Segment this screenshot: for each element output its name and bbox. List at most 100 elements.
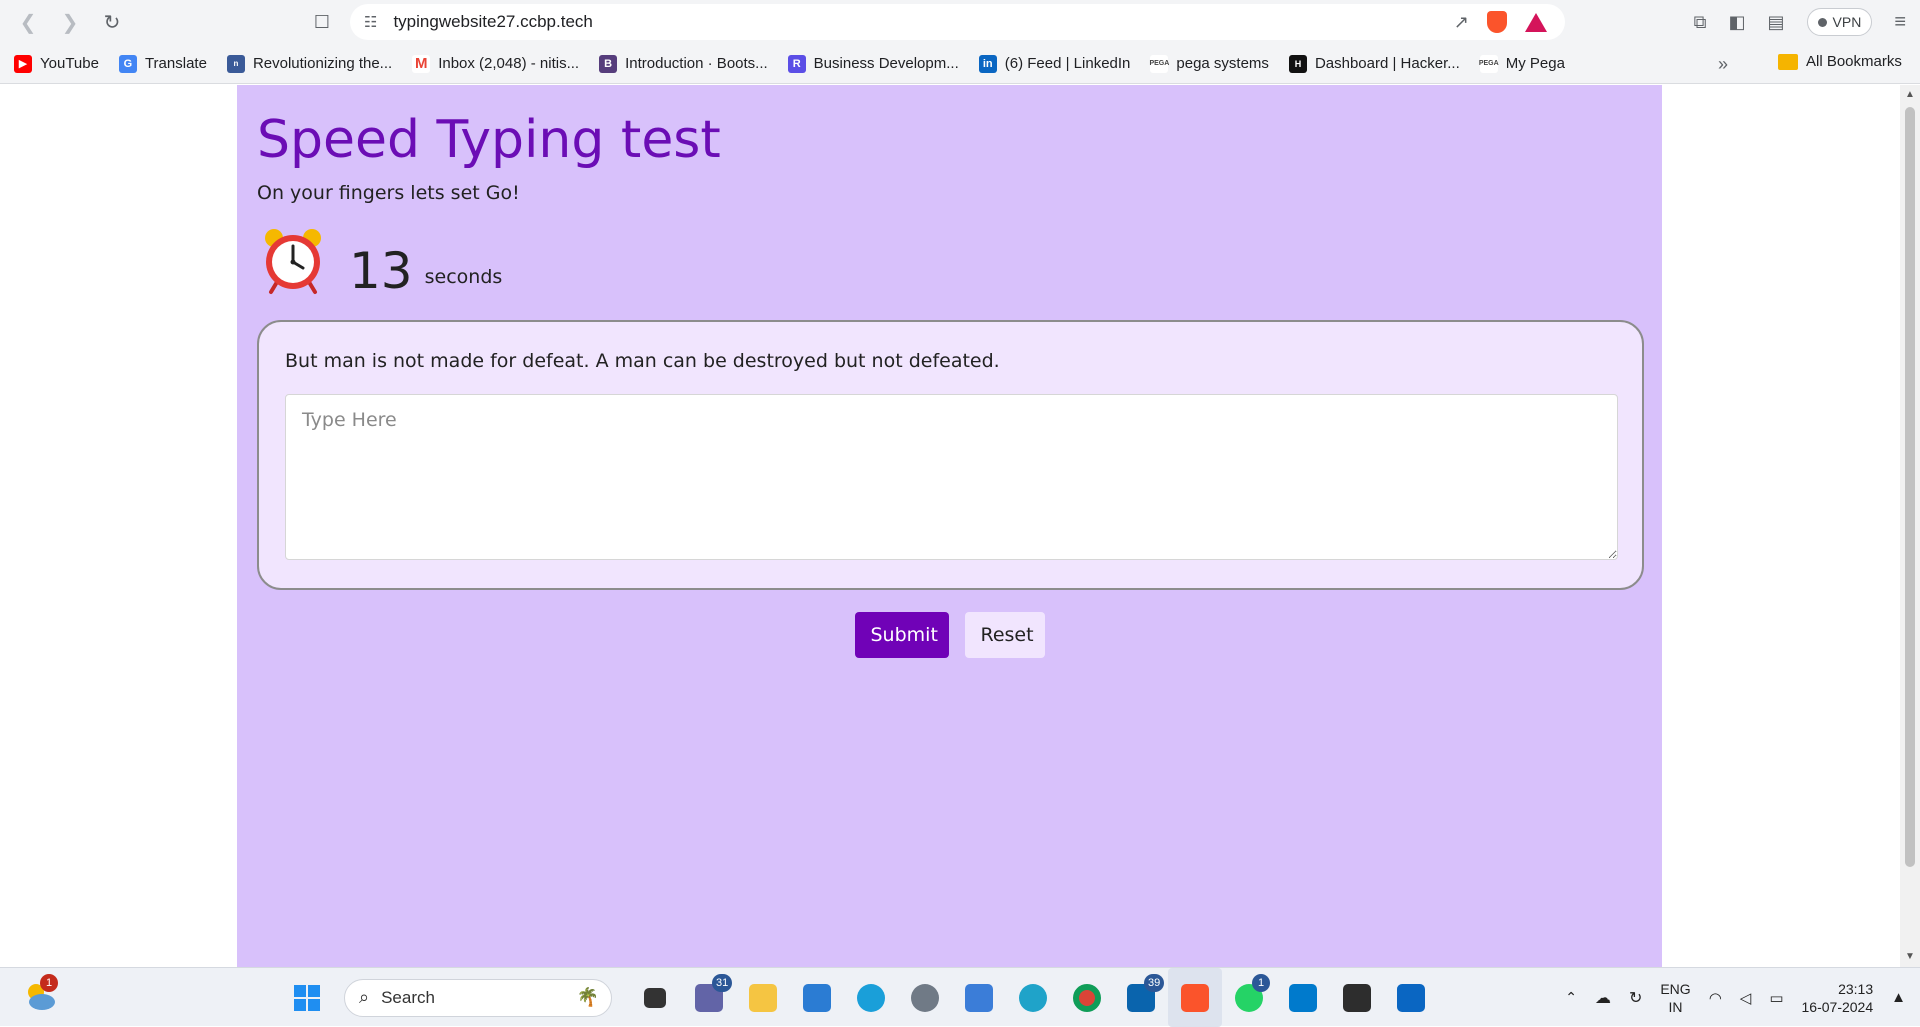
bookmark-label: Translate bbox=[144, 55, 207, 72]
bookmark-bootstrap[interactable]: B Introduction · Boots... bbox=[599, 54, 768, 73]
store-button[interactable] bbox=[790, 968, 844, 1027]
outlook-button[interactable]: 39 bbox=[1114, 968, 1168, 1027]
bookmark-youtube[interactable]: ▶ YouTube bbox=[14, 54, 99, 73]
bookmark-inbox[interactable]: M Inbox (2,048) - nitis... bbox=[412, 54, 579, 73]
search-label: Search bbox=[381, 987, 435, 1007]
wallet-icon[interactable]: ▤ bbox=[1768, 12, 1785, 33]
file-explorer-button[interactable] bbox=[736, 968, 790, 1027]
timer-unit: seconds bbox=[424, 266, 503, 288]
bookmark-linkedin[interactable]: in (6) Feed | LinkedIn bbox=[978, 54, 1131, 73]
terminal-icon bbox=[1343, 983, 1371, 1012]
start-button[interactable] bbox=[280, 968, 334, 1027]
vpn-button[interactable]: VPN bbox=[1806, 8, 1873, 36]
bookmark-business[interactable]: R Business Developm... bbox=[787, 54, 959, 73]
chrome-button[interactable] bbox=[1060, 968, 1114, 1027]
vscode-icon bbox=[1289, 983, 1317, 1012]
gmail-icon: M bbox=[412, 54, 431, 73]
submit-button[interactable]: Submit bbox=[854, 612, 949, 658]
edge-button[interactable] bbox=[1006, 968, 1060, 1027]
sync-icon[interactable]: ↻ bbox=[1629, 988, 1642, 1008]
search-icon: ⌕ bbox=[359, 987, 370, 1007]
terminal-button[interactable] bbox=[1330, 968, 1384, 1027]
weather-widget[interactable]: 1 bbox=[22, 974, 58, 1014]
wifi-icon[interactable]: ◠ bbox=[1709, 989, 1722, 1007]
bookmark-my-pega[interactable]: PEGA My Pega bbox=[1479, 54, 1565, 73]
bookmark-revolutionizing[interactable]: n Revolutionizing the... bbox=[226, 54, 393, 73]
forward-icon[interactable]: ❯ bbox=[50, 2, 90, 42]
page-viewport: Speed Typing test On your fingers lets s… bbox=[0, 85, 1900, 967]
gear-icon bbox=[911, 983, 939, 1012]
vpn-label: VPN bbox=[1832, 14, 1862, 30]
onedrive-icon[interactable]: ☁ bbox=[1595, 988, 1611, 1008]
brave-rewards-icon[interactable] bbox=[1525, 12, 1547, 32]
taskbar-clock[interactable]: 23:13 16-07-2024 bbox=[1802, 980, 1874, 1016]
bookmark-label: YouTube bbox=[40, 55, 99, 72]
system-tray: ⌃ ☁ ↻ ENG IN ◠ ◁ ▭ 23:13 16-07-2024 ▲ bbox=[1565, 968, 1906, 1027]
bookmark-translate[interactable]: G Translate bbox=[118, 54, 207, 73]
menu-icon[interactable]: ≡ bbox=[1894, 11, 1906, 34]
folder-icon bbox=[749, 983, 777, 1012]
volume-icon[interactable]: ◁ bbox=[1740, 989, 1752, 1007]
alarm-clock-icon bbox=[265, 229, 321, 294]
store-icon bbox=[803, 983, 831, 1012]
bookmark-label: My Pega bbox=[1505, 55, 1565, 72]
bookmark-label: Introduction · Boots... bbox=[625, 55, 768, 72]
linkedin-icon bbox=[1397, 983, 1425, 1012]
button-row: Submit Reset bbox=[257, 612, 1642, 658]
all-bookmarks-label: All Bookmarks bbox=[1806, 53, 1902, 70]
sidebar-icon[interactable]: ◧ bbox=[1729, 12, 1746, 33]
help-button[interactable] bbox=[844, 968, 898, 1027]
notepad-button[interactable] bbox=[952, 968, 1006, 1027]
weather-badge: 1 bbox=[40, 974, 58, 992]
windows-icon bbox=[294, 984, 320, 1011]
bookmark-icon[interactable]: ☐ bbox=[302, 2, 342, 42]
youtube-icon: ▶ bbox=[14, 54, 32, 73]
bookmark-label: pega systems bbox=[1176, 55, 1269, 72]
bookmark-label: Revolutionizing the... bbox=[252, 55, 393, 72]
vscode-button[interactable] bbox=[1276, 968, 1330, 1027]
notification-bell-icon[interactable]: ▲ bbox=[1891, 989, 1906, 1006]
linkedin-app-button[interactable] bbox=[1384, 968, 1438, 1027]
whatsapp-badge: 1 bbox=[1252, 974, 1270, 992]
battery-icon[interactable]: ▭ bbox=[1769, 989, 1783, 1007]
scroll-up-icon[interactable]: ▲ bbox=[1905, 89, 1915, 100]
bookmark-hackerrank[interactable]: H Dashboard | Hacker... bbox=[1288, 54, 1460, 73]
all-bookmarks[interactable]: All Bookmarks bbox=[1778, 53, 1902, 70]
extensions-icon[interactable]: ⧉ bbox=[1694, 12, 1707, 33]
back-icon[interactable]: ❮ bbox=[8, 2, 48, 42]
page-title: Speed Typing test bbox=[257, 110, 721, 170]
r-icon: R bbox=[787, 54, 806, 73]
typing-input[interactable] bbox=[285, 394, 1618, 560]
folder-icon bbox=[1778, 53, 1798, 70]
toolbar-right: ⧉ ◧ ▤ VPN ≡ bbox=[1694, 4, 1920, 40]
bookmark-label: Business Developm... bbox=[813, 55, 959, 72]
outlook-badge: 39 bbox=[1144, 974, 1165, 992]
whatsapp-button[interactable]: 1 bbox=[1222, 968, 1276, 1027]
linkedin-icon: in bbox=[978, 54, 997, 73]
url-text: typingwebsite27.ccbp.tech bbox=[393, 12, 593, 31]
scroll-thumb[interactable] bbox=[1905, 107, 1915, 867]
pega-icon: PEGA bbox=[1149, 54, 1169, 73]
scroll-down-icon[interactable]: ▼ bbox=[1905, 951, 1915, 962]
reset-button[interactable]: Reset bbox=[964, 612, 1045, 658]
settings-button[interactable] bbox=[898, 968, 952, 1027]
address-bar[interactable]: ☷ typingwebsite27.ccbp.tech ↗ bbox=[350, 4, 1565, 40]
teams-button[interactable]: 31 bbox=[682, 968, 736, 1027]
news-icon: n bbox=[226, 54, 245, 73]
page-scrollbar[interactable]: ▲ ▼ bbox=[1900, 85, 1920, 967]
bookmark-label: (6) Feed | LinkedIn bbox=[1004, 55, 1131, 72]
clock-time: 23:13 bbox=[1838, 980, 1874, 997]
site-settings-icon[interactable]: ☷ bbox=[364, 13, 377, 31]
brave-shields-icon[interactable] bbox=[1487, 11, 1507, 33]
region-code: IN bbox=[1668, 998, 1683, 1015]
more-bookmarks-icon[interactable]: » bbox=[1718, 54, 1728, 75]
taskbar-search[interactable]: ⌕ Search 🌴 bbox=[344, 978, 612, 1017]
reload-icon[interactable]: ↻ bbox=[92, 2, 132, 42]
language-indicator[interactable]: ENG IN bbox=[1660, 980, 1690, 1016]
hackerrank-icon: H bbox=[1288, 54, 1307, 73]
task-view-button[interactable] bbox=[628, 968, 682, 1027]
brave-button[interactable] bbox=[1168, 968, 1222, 1027]
bookmark-pega-systems[interactable]: PEGA pega systems bbox=[1149, 54, 1269, 73]
share-icon[interactable]: ↗ bbox=[1454, 12, 1469, 33]
chevron-up-icon[interactable]: ⌃ bbox=[1565, 989, 1577, 1006]
